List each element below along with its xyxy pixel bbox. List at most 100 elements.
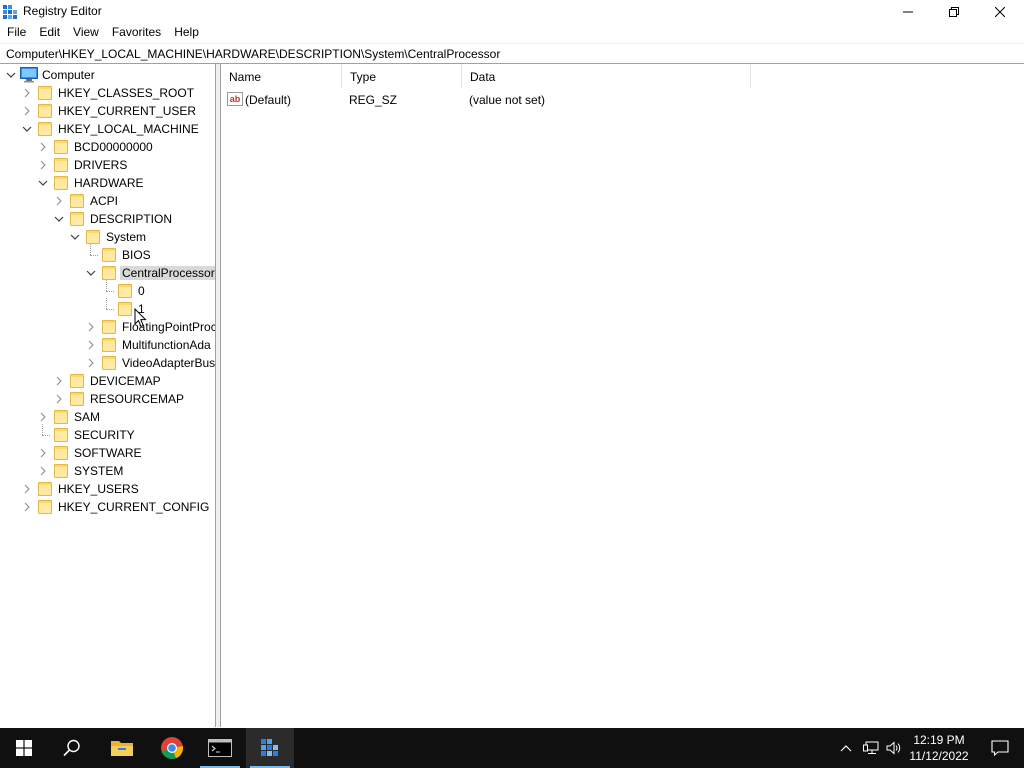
- tree-node[interactable]: CentralProcessor: [0, 264, 215, 282]
- address-bar[interactable]: Computer\HKEY_LOCAL_MACHINE\HARDWARE\DES…: [0, 43, 1024, 64]
- tree-node[interactable]: HKEY_CURRENT_USER: [0, 102, 215, 120]
- tree-connector: [106, 298, 107, 309]
- tree-node[interactable]: Computer: [0, 66, 215, 84]
- command-prompt-icon: [208, 739, 232, 757]
- clock-date: 11/12/2022: [909, 749, 969, 763]
- tree-node[interactable]: SAM: [0, 408, 215, 426]
- chevron-right-icon[interactable]: [22, 502, 32, 512]
- close-button[interactable]: [977, 0, 1023, 23]
- show-hidden-icons-button[interactable]: [834, 728, 858, 768]
- folder-icon: [70, 194, 84, 208]
- chevron-down-icon[interactable]: [86, 268, 96, 278]
- folder-icon: [54, 464, 68, 478]
- chevron-down-icon[interactable]: [6, 70, 16, 80]
- tree-node[interactable]: System: [0, 228, 215, 246]
- chrome-button[interactable]: [148, 728, 196, 768]
- menu-file[interactable]: File: [0, 23, 32, 43]
- chevron-right-icon[interactable]: [54, 376, 64, 386]
- tree-node[interactable]: SOFTWARE: [0, 444, 215, 462]
- tree-node[interactable]: ACPI: [0, 192, 215, 210]
- tree-node[interactable]: HKEY_USERS: [0, 480, 215, 498]
- tree-node[interactable]: RESOURCEMAP: [0, 390, 215, 408]
- column-type-header[interactable]: Type: [342, 64, 462, 88]
- menu-view[interactable]: View: [66, 23, 105, 43]
- tree-node[interactable]: DRIVERS: [0, 156, 215, 174]
- chevron-right-icon[interactable]: [38, 448, 48, 458]
- mouse-cursor-icon: [134, 308, 147, 328]
- tree-node[interactable]: SYSTEM: [0, 462, 215, 480]
- folder-icon: [54, 428, 68, 442]
- tree-node[interactable]: DESCRIPTION: [0, 210, 215, 228]
- folder-icon: [118, 302, 132, 316]
- chevron-right-icon[interactable]: [86, 322, 96, 332]
- restore-button[interactable]: [931, 0, 977, 23]
- folder-icon: [38, 482, 52, 496]
- tree-node-label: SAM: [74, 410, 101, 424]
- chevron-right-icon[interactable]: [86, 340, 96, 350]
- tree-node[interactable]: FloatingPointProc: [0, 318, 215, 336]
- tree-node[interactable]: MultifunctionAda: [0, 336, 215, 354]
- notification-icon: [991, 740, 1009, 756]
- chevron-right-icon[interactable]: [22, 484, 32, 494]
- action-center-button[interactable]: [976, 728, 1024, 768]
- file-explorer-button[interactable]: [98, 728, 146, 768]
- folder-icon: [102, 338, 116, 352]
- tree-node[interactable]: HARDWARE: [0, 174, 215, 192]
- search-icon: [63, 739, 80, 757]
- tree-node[interactable]: 0: [0, 280, 215, 300]
- chevron-right-icon[interactable]: [54, 394, 64, 404]
- folder-icon: [86, 230, 100, 244]
- chevron-right-icon[interactable]: [38, 160, 48, 170]
- tree-node-label: VideoAdapterBus: [122, 356, 216, 370]
- tree-node[interactable]: HKEY_LOCAL_MACHINE: [0, 120, 215, 138]
- tree-node-label: CentralProcessor: [120, 266, 215, 280]
- tree-node[interactable]: BCD00000000: [0, 138, 215, 156]
- column-data-header[interactable]: Data: [462, 64, 751, 88]
- command-prompt-button[interactable]: [196, 728, 244, 768]
- menu-favorites[interactable]: Favorites: [105, 23, 167, 43]
- taskbar: 12:19 PM 11/12/2022: [0, 728, 1024, 768]
- regedit-icon: [261, 739, 278, 756]
- network-button[interactable]: [859, 728, 883, 768]
- chevron-right-icon[interactable]: [38, 412, 48, 422]
- tree-node[interactable]: DEVICEMAP: [0, 372, 215, 390]
- menu-edit[interactable]: Edit: [32, 23, 66, 43]
- regedit-taskbar-button[interactable]: [246, 728, 294, 768]
- folder-icon: [54, 140, 68, 154]
- chevron-right-icon[interactable]: [22, 88, 32, 98]
- start-icon: [16, 740, 32, 756]
- tree-node[interactable]: SECURITY: [0, 424, 215, 444]
- folder-icon: [70, 212, 84, 226]
- chevron-down-icon[interactable]: [70, 232, 80, 242]
- chevron-down-icon[interactable]: [22, 124, 32, 134]
- start-button[interactable]: [0, 728, 48, 768]
- tree-node[interactable]: HKEY_CLASSES_ROOT: [0, 84, 215, 102]
- tree-node[interactable]: 1: [0, 298, 215, 318]
- tree-connector: [106, 291, 114, 292]
- tree-node-label: RESOURCEMAP: [90, 392, 185, 406]
- tree-node-label: SOFTWARE: [74, 446, 142, 460]
- tree-node[interactable]: HKEY_CURRENT_CONFIG: [0, 498, 215, 516]
- tree-node-label: HKEY_USERS: [58, 482, 139, 496]
- column-name-header[interactable]: Name: [221, 64, 342, 88]
- chevron-right-icon[interactable]: [54, 196, 64, 206]
- chevron-right-icon[interactable]: [86, 358, 96, 368]
- folder-icon: [70, 392, 84, 406]
- chevron-right-icon[interactable]: [22, 106, 32, 116]
- chevron-right-icon[interactable]: [38, 466, 48, 476]
- folder-icon: [118, 284, 132, 298]
- clock[interactable]: 12:19 PM 11/12/2022: [902, 732, 976, 764]
- search-button[interactable]: [48, 728, 96, 768]
- string-value-icon: ab: [227, 92, 243, 106]
- minimize-button[interactable]: [885, 0, 931, 23]
- tree-node-label: DRIVERS: [74, 158, 128, 172]
- tree-node[interactable]: VideoAdapterBus: [0, 354, 216, 372]
- tree-connector: [106, 280, 107, 291]
- chevron-down-icon[interactable]: [38, 178, 48, 188]
- chevron-right-icon[interactable]: [38, 142, 48, 152]
- tree-node[interactable]: BIOS: [0, 244, 215, 264]
- value-row[interactable]: ab (Default) REG_SZ (value not set): [221, 90, 1024, 110]
- chevron-down-icon[interactable]: [54, 214, 64, 224]
- menu-help[interactable]: Help: [167, 23, 205, 43]
- key-tree: Computer HKEY_CLASSES_ROOT HKEY_CURRENT_US…: [0, 64, 216, 727]
